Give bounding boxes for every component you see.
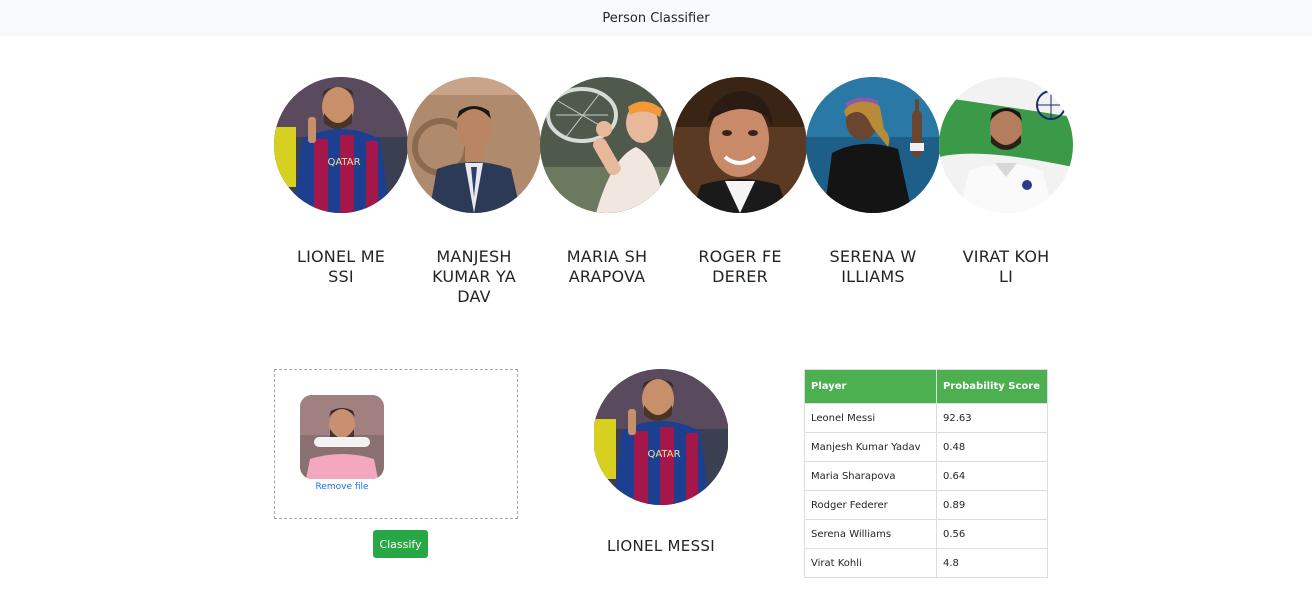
player-cell: Rodger Federer <box>804 490 937 520</box>
app-title: Person Classifier <box>602 10 710 26</box>
score-cell: 0.48 <box>936 432 1048 462</box>
card-roger-federer: ROGER FEDERER <box>673 77 807 287</box>
card-name: MANJESH KUMAR YADAV <box>432 247 516 306</box>
card-name: LIONEL MESSI <box>296 247 386 286</box>
card-lionel-messi: QATAR LIONEL MESSI <box>274 77 408 287</box>
portrait-maria-sharapova <box>540 77 674 213</box>
card-serena-williams: SERENA WILLIAMS <box>806 77 940 287</box>
card-manjesh-kumar-yadav: MANJESH KUMAR YADAV <box>407 77 541 307</box>
image-dropzone[interactable]: Remove file <box>274 369 518 519</box>
thumbnail-overlay-bar <box>314 437 370 447</box>
score-cell: 92.63 <box>936 403 1048 433</box>
result-portrait-container: QATAR <box>593 369 729 505</box>
column-header-player: Player <box>804 369 937 404</box>
navbar: Person Classifier <box>0 0 1312 36</box>
celebrity-gallery: QATAR LIONEL MESSI MANJESH KUMAR YADAV M… <box>274 77 1074 317</box>
score-cell: 0.56 <box>936 519 1048 549</box>
card-name: MARIA SHARAPOVA <box>566 247 648 286</box>
player-cell: Leonel Messi <box>804 403 937 433</box>
table-row: Manjesh Kumar Yadav 0.48 <box>804 432 1048 462</box>
remove-file-link[interactable]: Remove file <box>300 482 384 492</box>
portrait-virat-kohli <box>939 77 1073 213</box>
svg-text:QATAR: QATAR <box>647 449 680 460</box>
portrait-roger-federer <box>673 77 807 213</box>
table-header-row: Player Probability Score <box>804 369 1048 404</box>
table-row: Leonel Messi 92.63 <box>804 403 1048 433</box>
portrait-manjesh-kumar-yadav <box>407 77 541 213</box>
card-virat-kohli: VIRAT KOHLI <box>939 77 1073 287</box>
card-name: ROGER FEDERER <box>698 247 782 286</box>
svg-text:QATAR: QATAR <box>327 157 360 168</box>
table-row: Maria Sharapova 0.64 <box>804 461 1048 491</box>
uploaded-image-thumbnail <box>300 395 384 479</box>
probability-table: Player Probability Score Leonel Messi 92… <box>804 369 1048 578</box>
classify-button[interactable]: Classify <box>373 530 428 558</box>
card-name: SERENA WILLIAMS <box>829 247 917 286</box>
score-cell: 0.64 <box>936 461 1048 491</box>
score-cell: 0.89 <box>936 490 1048 520</box>
table-row: Virat Kohli 4.8 <box>804 548 1048 578</box>
column-header-probability: Probability Score <box>936 369 1048 404</box>
player-cell: Manjesh Kumar Yadav <box>804 432 937 462</box>
card-name: VIRAT KOHLI <box>962 247 1050 286</box>
table-row: Rodger Federer 0.89 <box>804 490 1048 520</box>
result-portrait: QATAR <box>593 369 729 505</box>
portrait-lionel-messi: QATAR <box>274 77 408 213</box>
player-cell: Virat Kohli <box>804 548 937 578</box>
table-row: Serena Williams 0.56 <box>804 519 1048 549</box>
result-name: LIONEL MESSI <box>607 537 715 555</box>
portrait-serena-williams <box>806 77 940 213</box>
card-maria-sharapova: MARIA SHARAPOVA <box>540 77 674 287</box>
score-cell: 4.8 <box>936 548 1048 578</box>
player-cell: Serena Williams <box>804 519 937 549</box>
player-cell: Maria Sharapova <box>804 461 937 491</box>
